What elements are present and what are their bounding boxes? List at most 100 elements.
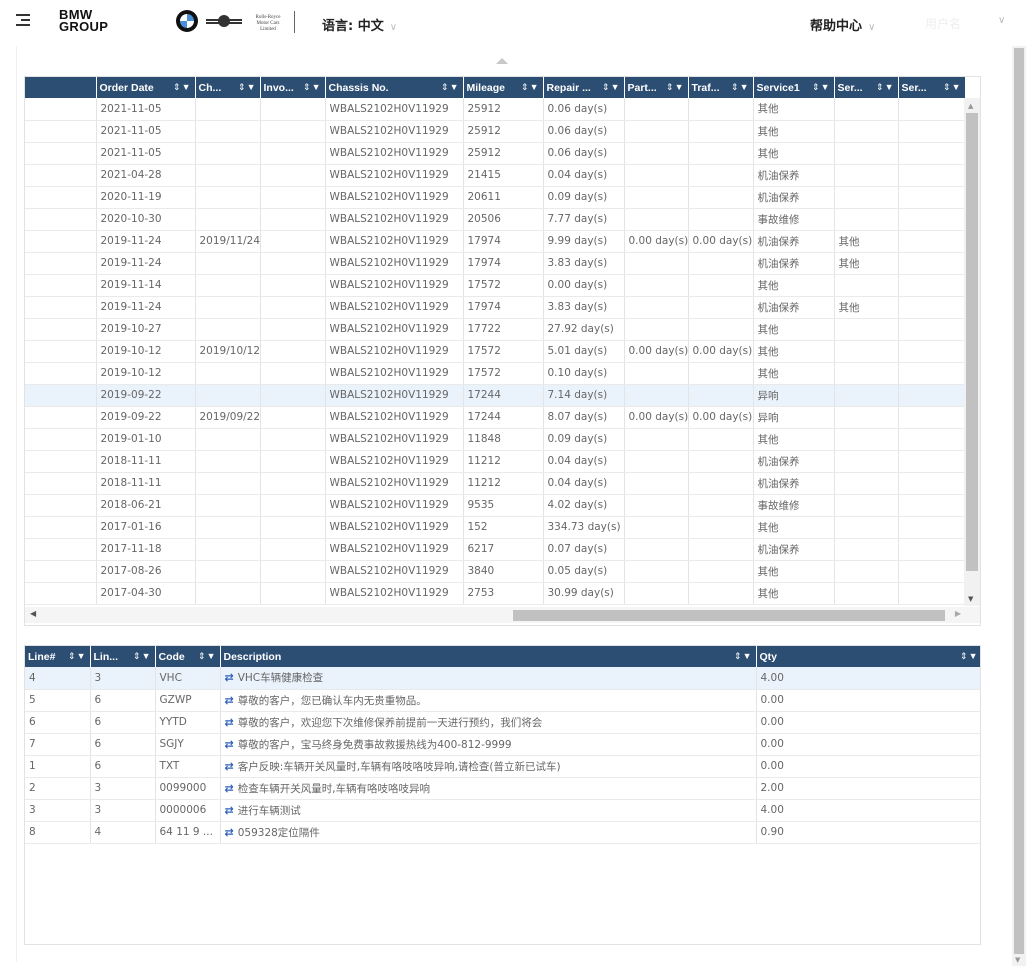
order-row[interactable]: 2018-11-11 WBALS2102H0V11929 11212 0.04 day…	[25, 450, 966, 473]
order-line-row[interactable]: 8 4 64 11 9 ... ⇄ 059328定位隔件 0.90	[25, 821, 980, 844]
language-label: 语言: 中文	[322, 19, 384, 34]
sort-filter-icon[interactable]: ⇕▼	[68, 651, 86, 662]
order-line-row[interactable]: 7 6 SGJY ⇄ 尊敬的客户，宝马终身免费事故救援热线为400-812-9999 0.…	[25, 733, 980, 756]
order-row[interactable]: 2021-04-28 WBALS2102H0V11929 21415 0.04 day…	[25, 164, 966, 187]
scroll-left-icon[interactable]: ◀	[30, 609, 36, 618]
sort-filter-icon[interactable]: ⇕▼	[198, 651, 216, 662]
lines-col-header[interactable]: Code ⇕▼	[155, 646, 221, 667]
order-row[interactable]: 2019-11-24 WBALS2102H0V11929 17974 3.83 day…	[25, 296, 966, 319]
lines-col-header[interactable]: Line# ⇕▼	[25, 646, 91, 667]
collapse-up-icon[interactable]	[496, 58, 508, 64]
lines-col-header[interactable]: Qty ⇕▼	[756, 646, 980, 667]
orders-col-header[interactable]: Traf... ⇕▼	[688, 77, 754, 98]
orders-col-header[interactable]: Part... ⇕▼	[624, 77, 689, 98]
cell-text: VHC	[159, 671, 182, 684]
order-row[interactable]: 2019-11-24 WBALS2102H0V11929 17974 3.83 day…	[25, 252, 966, 275]
orders-col-header[interactable]: Ser... ⇕▼	[834, 77, 899, 98]
sort-filter-icon[interactable]: ⇕▼	[173, 82, 191, 93]
order-row[interactable]: 2019-09-22 WBALS2102H0V11929 17244 7.14 day…	[25, 384, 966, 407]
sort-filter-icon[interactable]: ⇕▼	[666, 82, 684, 93]
orders-col-header[interactable]: Invo... ⇕▼	[260, 77, 326, 98]
swap-arrows-icon[interactable]: ⇄	[225, 826, 234, 839]
column-label: Ch...	[198, 81, 222, 94]
cell-mileage: 20611	[463, 186, 544, 209]
orders-horizontal-scrollbar[interactable]: ◀ ▶	[25, 607, 980, 623]
help-center-menu[interactable]: 帮助中心 ∨	[810, 15, 875, 34]
chevron-down-icon[interactable]: ∨	[998, 15, 1005, 26]
order-line-row[interactable]: 2 3 0099000 ⇄ 检查车辆开关风量时,车辆有咯吱咯吱异响 2.00	[25, 777, 980, 800]
order-row[interactable]: 2020-10-30 WBALS2102H0V11929 20506 7.77 day…	[25, 208, 966, 231]
lines-col-header[interactable]: Lin... ⇕▼	[90, 646, 156, 667]
cell-text: 2017-08-26	[100, 565, 162, 577]
orders-col-header[interactable]	[25, 77, 97, 98]
swap-arrows-icon[interactable]: ⇄	[225, 694, 234, 707]
sort-filter-icon[interactable]: ⇕▼	[133, 651, 151, 662]
swap-arrows-icon[interactable]: ⇄	[225, 738, 234, 751]
scroll-down-icon[interactable]: ▼	[1015, 956, 1020, 964]
sort-filter-icon[interactable]: ⇕▼	[876, 82, 894, 93]
cell-ch: 2019/10/12	[195, 340, 261, 363]
order-line-row[interactable]: 5 6 GZWP ⇄ 尊敬的客户，您已确认车内无贵重物品。 0.00	[25, 689, 980, 712]
swap-arrows-icon[interactable]: ⇄	[225, 804, 234, 817]
order-line-row[interactable]: 3 3 0000006 ⇄ 进行车辆测试 4.00	[25, 799, 980, 822]
orders-col-header[interactable]: Ser... ⇕▼	[898, 77, 966, 98]
orders-col-header[interactable]: Repair ... ⇕▼	[543, 77, 625, 98]
scroll-down-icon[interactable]: ▼	[968, 595, 973, 603]
order-row[interactable]: 2017-01-16 WBALS2102H0V11929 152 334.73 day…	[25, 516, 966, 539]
orders-col-header[interactable]: Service1 ⇕▼	[753, 77, 835, 98]
scrollbar-thumb[interactable]	[966, 113, 978, 571]
sort-filter-icon[interactable]: ⇕▼	[812, 82, 830, 93]
cell-code: 0099000	[155, 777, 221, 800]
scrollbar-thumb[interactable]	[1014, 48, 1024, 954]
swap-arrows-icon[interactable]: ⇄	[225, 716, 234, 729]
cell-ch	[195, 186, 261, 209]
orders-col-header[interactable]: Chassis No. ⇕▼	[325, 77, 464, 98]
order-row[interactable]: 2017-11-18 WBALS2102H0V11929 6217 0.07 day(…	[25, 538, 966, 561]
order-row[interactable]: 2019-09-22 2019/09/22 WBALS2102H0V11929 172…	[25, 406, 966, 429]
order-row[interactable]: 2021-11-05 WBALS2102H0V11929 25912 0.06 day…	[25, 142, 966, 165]
order-row[interactable]: 2018-06-21 WBALS2102H0V11929 9535 4.02 day(…	[25, 494, 966, 517]
swap-arrows-icon[interactable]: ⇄	[225, 782, 234, 795]
order-row[interactable]: 2019-10-12 2019/10/12 WBALS2102H0V11929 175…	[25, 340, 966, 363]
scroll-up-icon[interactable]: ▲	[968, 102, 973, 110]
language-selector[interactable]: 语言: 中文 ∨	[322, 15, 397, 34]
sort-filter-icon[interactable]: ⇕▼	[602, 82, 620, 93]
orders-col-header[interactable]: Order Date ⇕▼	[96, 77, 196, 98]
order-row[interactable]: 2021-11-05 WBALS2102H0V11929 25912 0.06 day…	[25, 120, 966, 143]
order-line-row[interactable]: 6 6 YYTD ⇄ 尊敬的客户，欢迎您下次维修保养前提前一天进行预约，我们将会 0.00	[25, 711, 980, 734]
order-row[interactable]: 2019-10-27 WBALS2102H0V11929 17722 27.92 da…	[25, 318, 966, 341]
order-line-row[interactable]: 1 6 TXT ⇄ 客户反映:车辆开关风量时,车辆有咯吱咯吱异响,请检查(普立新已试车)…	[25, 755, 980, 778]
page-scrollbar[interactable]: ▼	[1012, 46, 1026, 966]
sort-filter-icon[interactable]: ⇕▼	[521, 82, 539, 93]
orders-col-header[interactable]: Mileage ⇕▼	[463, 77, 544, 98]
sort-filter-icon[interactable]: ⇕▼	[960, 651, 978, 662]
order-row[interactable]: 2018-11-11 WBALS2102H0V11929 11212 0.04 day…	[25, 472, 966, 495]
order-row[interactable]: 2020-11-19 WBALS2102H0V11929 20611 0.09 day…	[25, 186, 966, 209]
cell-service1: 事故维修	[753, 208, 835, 231]
orders-vertical-scrollbar[interactable]: ▲ ▼	[964, 98, 980, 606]
swap-arrows-icon[interactable]: ⇄	[225, 671, 234, 684]
order-row[interactable]: 2019-01-10 WBALS2102H0V11929 11848 0.09 day…	[25, 428, 966, 451]
cell-invo	[260, 164, 326, 187]
cell-part	[624, 164, 689, 187]
lines-col-header[interactable]: Description ⇕▼	[220, 646, 757, 667]
order-row[interactable]: 2019-11-24 2019/11/24 WBALS2102H0V11929 179…	[25, 230, 966, 253]
order-row[interactable]: 2017-08-26 WBALS2102H0V11929 3840 0.05 day(…	[25, 560, 966, 583]
swap-arrows-icon[interactable]: ⇄	[225, 760, 234, 773]
order-line-row[interactable]: 4 3 VHC ⇄ VHC车辆健康检查 4.00	[25, 667, 980, 690]
sort-filter-icon[interactable]: ⇕▼	[943, 82, 961, 93]
order-row[interactable]: 2017-04-30 WBALS2102H0V11929 2753 30.99 day…	[25, 582, 966, 605]
sort-filter-icon[interactable]: ⇕▼	[731, 82, 749, 93]
sort-filter-icon[interactable]: ⇕▼	[441, 82, 459, 93]
sort-filter-icon[interactable]: ⇕▼	[734, 651, 752, 662]
sort-filter-icon[interactable]: ⇕▼	[238, 82, 256, 93]
order-row[interactable]: 2019-11-14 WBALS2102H0V11929 17572 0.00 day…	[25, 274, 966, 297]
orders-col-header[interactable]: Ch... ⇕▼	[195, 77, 261, 98]
sort-filter-icon[interactable]: ⇕▼	[303, 82, 321, 93]
menu-icon[interactable]	[16, 14, 30, 28]
scroll-right-icon[interactable]: ▶	[955, 609, 961, 618]
order-row[interactable]: 2021-11-05 WBALS2102H0V11929 25912 0.06 day…	[25, 98, 966, 121]
order-row[interactable]: 2019-10-12 WBALS2102H0V11929 17572 0.10 day…	[25, 362, 966, 385]
scrollbar-thumb[interactable]	[513, 610, 945, 621]
user-menu[interactable]: 用户名	[925, 15, 961, 32]
